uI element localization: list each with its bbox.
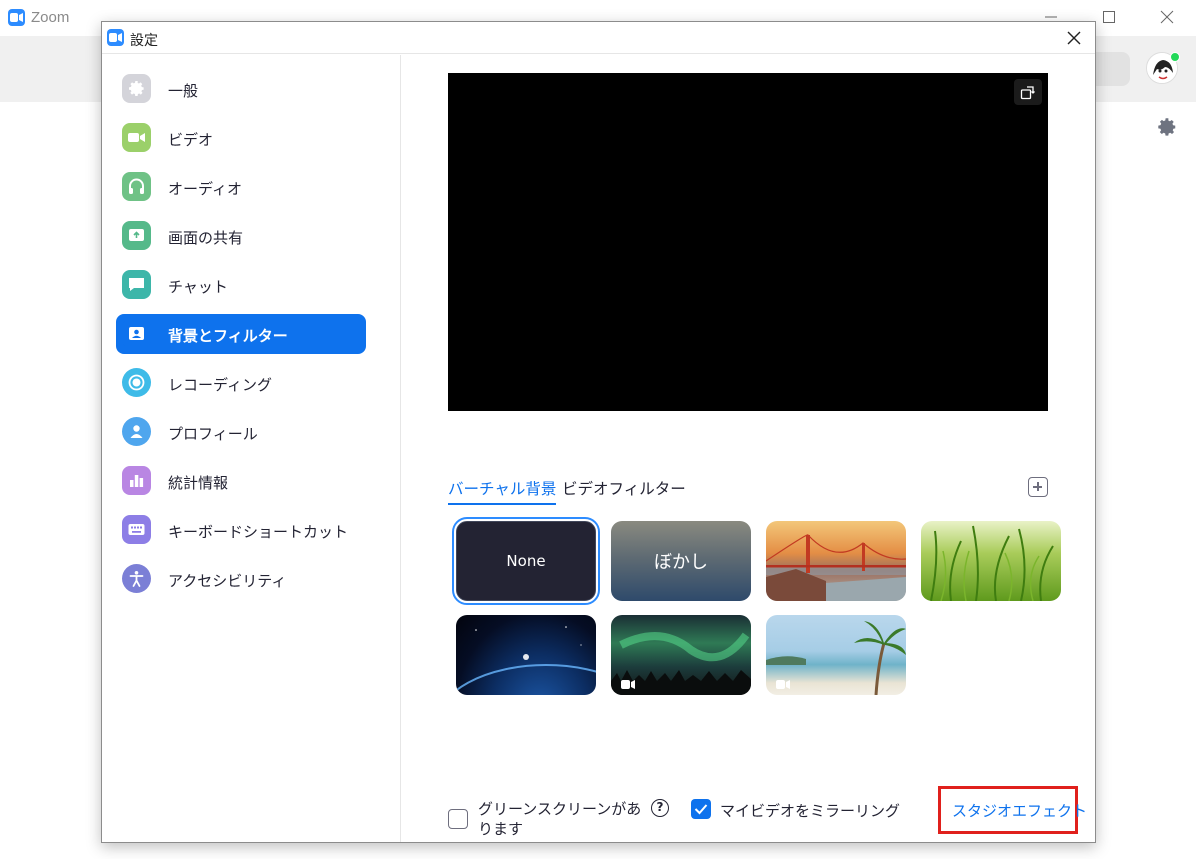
background-icon: [122, 319, 151, 348]
settings-dialog: 設定 一般 ビデオ オーディオ 画面の共有 チャット 背景とフィルター レコーデ…: [101, 21, 1096, 843]
background-beach[interactable]: [766, 615, 906, 695]
zoom-logo-icon: [8, 9, 25, 26]
sidebar-item-share-screen[interactable]: 画面の共有: [116, 216, 366, 256]
help-icon[interactable]: ?: [651, 799, 669, 817]
sidebar-item-label: チャット: [168, 278, 228, 296]
online-status-dot: [1170, 52, 1180, 62]
sidebar-item-chat[interactable]: チャット: [116, 265, 366, 305]
dialog-title: 設定: [130, 33, 158, 49]
earth-image: [456, 626, 596, 692]
background-golden-gate[interactable]: [766, 521, 906, 601]
checkmark-icon: [694, 804, 708, 815]
sidebar-item-audio[interactable]: オーディオ: [116, 167, 366, 207]
chat-bubble-icon: [122, 270, 151, 299]
background-aurora[interactable]: [611, 615, 751, 695]
sidebar-item-label: 一般: [168, 82, 199, 100]
share-screen-icon: [122, 221, 151, 250]
record-icon: [122, 368, 151, 397]
profile-icon: [122, 417, 151, 446]
sidebar-item-label: 統計情報: [168, 474, 229, 492]
studio-effects-link[interactable]: スタジオエフェクト: [938, 786, 1087, 834]
sidebar-item-recording[interactable]: レコーディング: [116, 363, 366, 403]
background-none[interactable]: None: [452, 517, 600, 605]
background-none-label: None: [506, 552, 546, 570]
headphones-icon: [122, 172, 151, 201]
background-grass[interactable]: [921, 521, 1061, 601]
keyboard-icon: [122, 515, 151, 544]
rotate-icon: [1020, 86, 1035, 100]
video-camera-icon: [122, 123, 151, 152]
sidebar-item-label: プロフィール: [168, 425, 258, 443]
tab-video-filter[interactable]: ビデオフィルター: [562, 477, 686, 499]
sidebar-item-label: レコーディング: [168, 376, 272, 394]
settings-content: バーチャル背景 ビデオフィルター None ぼかし グリーンスクリーンがあります…: [402, 55, 1096, 842]
add-background-button[interactable]: [1028, 477, 1048, 497]
sidebar-item-label: キーボードショートカット: [168, 523, 349, 541]
sidebar-item-statistics[interactable]: 統計情報: [116, 461, 366, 501]
grass-image: [930, 525, 1054, 601]
main-window-title: Zoom: [31, 9, 70, 26]
sidebar-item-video[interactable]: ビデオ: [116, 118, 366, 158]
sidebar-item-accessibility[interactable]: アクセシビリティ: [116, 559, 366, 599]
background-blur[interactable]: ぼかし: [611, 521, 751, 601]
video-preview: [448, 73, 1048, 411]
video-indicator-icon: [621, 680, 635, 689]
sidebar-item-label: オーディオ: [168, 180, 242, 198]
accessibility-icon: [122, 564, 151, 593]
green-screen-label: グリーンスクリーンがあります: [478, 800, 642, 838]
sidebar-item-keyboard-shortcuts[interactable]: キーボードショートカット: [116, 510, 366, 550]
bridge-image: [766, 534, 906, 601]
dialog-titlebar: 設定: [102, 22, 1095, 54]
mirror-video-label: マイビデオをミラーリング: [720, 802, 901, 820]
green-screen-checkbox[interactable]: [448, 809, 468, 829]
tab-virtual-background[interactable]: バーチャル背景: [448, 477, 557, 505]
close-icon[interactable]: [1064, 28, 1084, 48]
zoom-logo-icon: [107, 29, 124, 46]
mirror-video-checkbox[interactable]: [691, 799, 711, 819]
sidebar-item-label: アクセシビリティ: [168, 572, 287, 590]
statistics-icon: [122, 466, 151, 495]
sidebar-item-label: ビデオ: [168, 131, 214, 149]
sidebar-item-background-filter[interactable]: 背景とフィルター: [116, 314, 366, 354]
maximize-icon[interactable]: [1098, 6, 1120, 28]
close-window-icon[interactable]: [1156, 6, 1178, 28]
background-blur-label: ぼかし: [654, 552, 708, 573]
settings-gear-icon[interactable]: [1156, 116, 1178, 138]
sidebar-item-general[interactable]: 一般: [116, 69, 366, 109]
sidebar-item-label: 画面の共有: [168, 229, 244, 247]
rotate-camera-button[interactable]: [1014, 79, 1042, 105]
studio-effects-label: スタジオエフェクト: [952, 802, 1088, 820]
sidebar-item-profile[interactable]: プロフィール: [116, 412, 366, 452]
gear-icon: [122, 74, 151, 103]
background-earth[interactable]: [456, 615, 596, 695]
sidebar-item-label: 背景とフィルター: [168, 327, 288, 345]
settings-sidebar: 一般 ビデオ オーディオ 画面の共有 チャット 背景とフィルター レコーディング…: [102, 55, 401, 842]
video-indicator-icon: [776, 680, 790, 689]
